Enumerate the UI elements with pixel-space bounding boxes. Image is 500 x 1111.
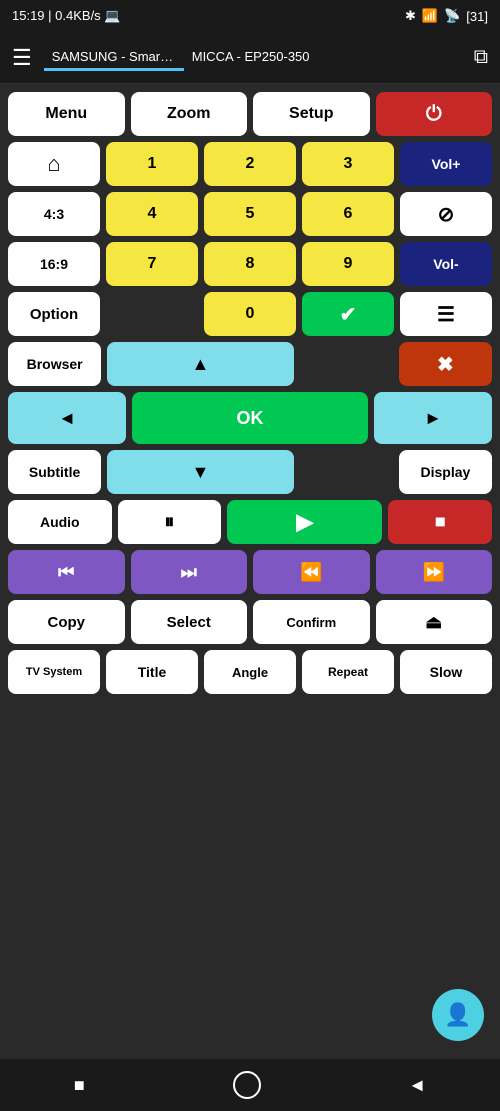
row-456: 4:3 4 5 6 ⊘ [8, 192, 492, 236]
battery-icon: [31] [466, 9, 488, 24]
power-button[interactable]: ⏻ [376, 92, 493, 136]
menu-button[interactable]: Menu [8, 92, 125, 136]
row-option: Option 0 ✔ ☰ [8, 292, 492, 336]
slow-button[interactable]: Slow [400, 650, 492, 694]
hamburger-icon[interactable]: ☰ [12, 45, 32, 71]
tv-system-button[interactable]: TV System [8, 650, 100, 694]
num-6-button[interactable]: 6 [302, 192, 394, 236]
nav-back-button[interactable]: ◄ [408, 1075, 426, 1096]
zoom-button[interactable]: Zoom [131, 92, 248, 136]
confirm-button[interactable]: Confirm [253, 600, 370, 644]
num-7-button[interactable]: 7 [106, 242, 198, 286]
subtitle-button[interactable]: Subtitle [8, 450, 101, 494]
left-arrow-button[interactable]: ◄ [8, 392, 126, 444]
row-subtitle: Subtitle ▼ Display [8, 450, 492, 494]
num-5-button[interactable]: 5 [204, 192, 296, 236]
play-button[interactable]: ▶ [227, 500, 382, 544]
row-skip: ⏮ ⏭ ⏪ ⏩ [8, 550, 492, 594]
vol-plus-button[interactable]: Vol+ [400, 142, 492, 186]
vol-minus-button[interactable]: Vol- [400, 242, 492, 286]
up-arrow-button[interactable]: ▲ [107, 342, 293, 386]
fab-button[interactable]: 👤 [432, 989, 484, 1041]
bluetooth-icon: ✱ [405, 8, 416, 24]
row-123: ⌂ 1 2 3 Vol+ [8, 142, 492, 186]
skip-to-start-button[interactable]: ⏮ [8, 550, 125, 594]
signal-icon: 📶 [422, 8, 438, 24]
nav-bar: ☰ SAMSUNG - SmartRe MICCA - EP250-350 ⧉ [0, 32, 500, 84]
close-button[interactable]: ✖ [399, 342, 492, 386]
no-symbol-button[interactable]: ⊘ [400, 192, 492, 236]
wifi-icon: 📡 [444, 8, 460, 24]
fast-forward-button[interactable]: ⏩ [376, 550, 493, 594]
display-button[interactable]: Display [399, 450, 492, 494]
aspect-43-button[interactable]: 4:3 [8, 192, 100, 236]
home-button[interactable]: ⌂ [8, 142, 100, 186]
down-arrow-button[interactable]: ▼ [107, 450, 293, 494]
status-icons: ✱ 📶 📡 [31] [405, 8, 488, 24]
aspect-169-button[interactable]: 16:9 [8, 242, 100, 286]
num-2-button[interactable]: 2 [204, 142, 296, 186]
row-browser: Browser ▲ ✖ [8, 342, 492, 386]
title-button[interactable]: Title [106, 650, 198, 694]
angle-button[interactable]: Angle [204, 650, 296, 694]
tab-micca[interactable]: MICCA - EP250-350 [184, 45, 318, 71]
repeat-button[interactable]: Repeat [302, 650, 394, 694]
bottom-nav-bar: ■ ◄ [0, 1059, 500, 1111]
right-arrow-button[interactable]: ► [374, 392, 492, 444]
num-1-button[interactable]: 1 [106, 142, 198, 186]
status-time-data: 15:19 | 0.4KB/s 💻 [12, 8, 121, 24]
row-copy: Copy Select Confirm ⏏ [8, 600, 492, 644]
select-button[interactable]: Select [131, 600, 248, 644]
pause-button[interactable]: ⏸ [118, 500, 222, 544]
copy-window-icon[interactable]: ⧉ [474, 46, 488, 69]
option-button[interactable]: Option [8, 292, 100, 336]
status-bar: 15:19 | 0.4KB/s 💻 ✱ 📶 📡 [31] [0, 0, 500, 32]
row-789: 16:9 7 8 9 Vol- [8, 242, 492, 286]
row-ok: ◄ OK ► [8, 392, 492, 444]
list-button[interactable]: ☰ [400, 292, 492, 336]
num-8-button[interactable]: 8 [204, 242, 296, 286]
copy-button[interactable]: Copy [8, 600, 125, 644]
row-audio: Audio ⏸ ▶ ⏹ [8, 500, 492, 544]
rewind-button[interactable]: ⏪ [253, 550, 370, 594]
remote-container: Menu Zoom Setup ⏻ ⌂ 1 2 3 Vol+ 4:3 4 5 6… [0, 84, 500, 1059]
nav-tabs: SAMSUNG - SmartRe MICCA - EP250-350 [44, 45, 474, 71]
num-9-button[interactable]: 9 [302, 242, 394, 286]
skip-to-end-button[interactable]: ⏭ [131, 550, 248, 594]
stop-button[interactable]: ⏹ [388, 500, 492, 544]
nav-circle-button[interactable] [233, 1071, 261, 1099]
row-tv-system: TV System Title Angle Repeat Slow [8, 650, 492, 694]
eject-button[interactable]: ⏏ [376, 600, 493, 644]
row-menu: Menu Zoom Setup ⏻ [8, 92, 492, 136]
num-4-button[interactable]: 4 [106, 192, 198, 236]
ok-button[interactable]: OK [132, 392, 368, 444]
nav-square-button[interactable]: ■ [74, 1075, 85, 1096]
tab-samsung[interactable]: SAMSUNG - SmartRe [44, 45, 184, 71]
num-0-button[interactable]: 0 [204, 292, 296, 336]
check-button[interactable]: ✔ [302, 292, 394, 336]
setup-button[interactable]: Setup [253, 92, 370, 136]
browser-button[interactable]: Browser [8, 342, 101, 386]
audio-button[interactable]: Audio [8, 500, 112, 544]
num-3-button[interactable]: 3 [302, 142, 394, 186]
person-icon: 👤 [444, 1002, 471, 1028]
